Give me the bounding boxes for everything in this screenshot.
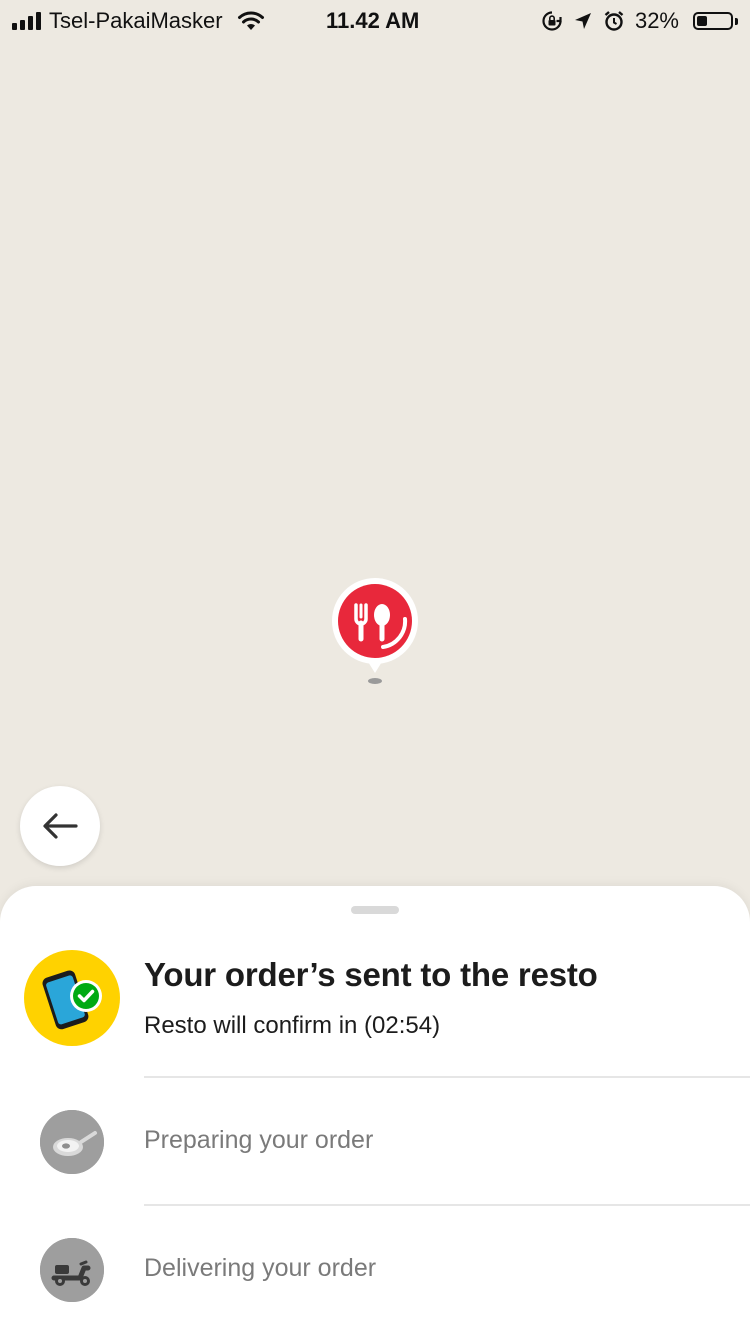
step-delivering-label: Delivering your order — [144, 1254, 377, 1282]
battery-icon — [693, 12, 738, 30]
back-button[interactable] — [20, 786, 100, 866]
scooter-icon — [40, 1238, 104, 1302]
step-delivering: Delivering your order — [40, 1238, 750, 1308]
divider — [144, 1204, 750, 1206]
divider — [144, 1076, 750, 1078]
step-preparing: Preparing your order — [40, 1110, 750, 1180]
status-bar-right: 32% — [541, 8, 738, 34]
order-status-sheet: Your order’s sent to the resto Resto wil… — [0, 886, 750, 1334]
map-view[interactable] — [0, 40, 750, 900]
status-bar-left: Tsel-PakaiMasker — [12, 8, 265, 34]
cooking-pan-icon — [40, 1110, 104, 1174]
current-step-subtitle: Resto will confirm in (02:54) — [144, 1012, 441, 1039]
alarm-icon — [604, 11, 624, 31]
sheet-drag-handle[interactable] — [351, 906, 399, 914]
orientation-lock-icon — [542, 11, 562, 31]
current-step: Your order’s sent to the resto Resto wil… — [24, 950, 750, 1050]
carrier-name: Tsel-PakaiMasker — [49, 8, 223, 33]
current-step-title: Your order’s sent to the resto — [144, 956, 598, 993]
signal-icon — [12, 12, 41, 30]
arrow-left-icon — [43, 813, 78, 839]
location-arrow-icon — [574, 13, 591, 29]
wifi-icon — [237, 11, 264, 30]
status-time: 11.42 AM — [326, 8, 420, 33]
phone-check-icon — [24, 950, 120, 1046]
status-bar: Tsel-PakaiMasker 11.42 AM 32% — [0, 0, 750, 40]
step-preparing-label: Preparing your order — [144, 1126, 374, 1154]
battery-percent: 32% — [634, 8, 679, 33]
restaurant-marker[interactable] — [331, 577, 419, 687]
